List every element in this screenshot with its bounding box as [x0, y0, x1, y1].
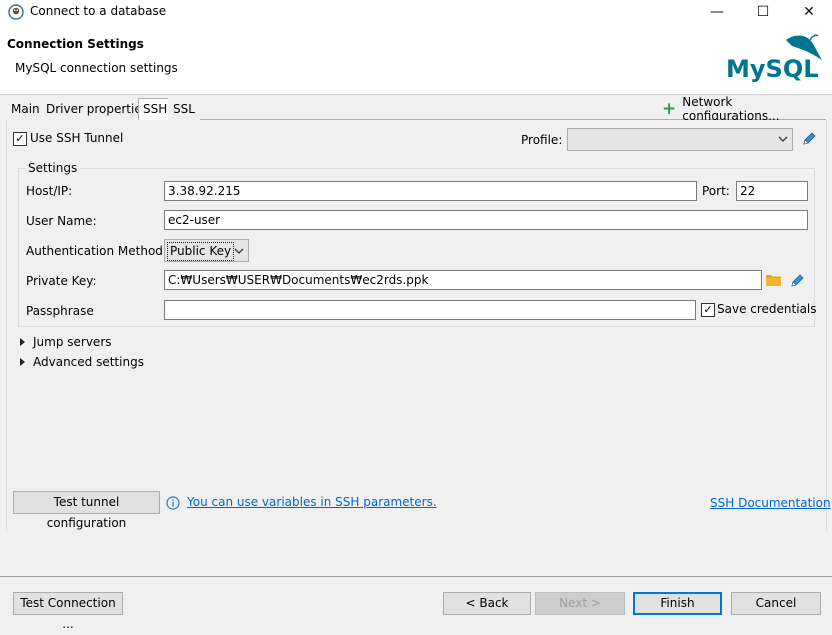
tab-ssl[interactable]: SSL: [168, 98, 200, 121]
header-banner: [0, 24, 832, 95]
advanced-settings-label: Advanced settings: [33, 355, 144, 369]
port-input[interactable]: 22: [736, 181, 808, 201]
authentication-method-value: Public Key: [167, 242, 235, 261]
private-key-input[interactable]: C:₩Users₩USER₩Documents₩ec2rds.ppk: [164, 270, 762, 290]
mysql-logo-text: MySQL: [726, 55, 819, 83]
plus-icon: +: [662, 99, 677, 119]
authentication-method-select[interactable]: Public Key: [164, 239, 249, 262]
passphrase-label: Passphrase: [26, 304, 94, 318]
save-credentials-label: Save credentials: [717, 302, 817, 316]
tab-label: Main: [11, 102, 40, 116]
edit-private-key-pencil-icon[interactable]: [789, 273, 805, 289]
network-configurations-button[interactable]: + Network configurations...: [662, 95, 832, 123]
mysql-logo: MySQL: [726, 55, 819, 83]
use-ssh-tunnel-checkbox[interactable]: ✓: [13, 132, 27, 146]
expand-arrow-icon: [20, 358, 25, 366]
chevron-down-icon: [234, 248, 244, 254]
minimize-button[interactable]: —: [694, 0, 740, 24]
settings-group-label: Settings: [26, 161, 80, 175]
browse-folder-icon[interactable]: [766, 273, 781, 286]
tab-label: SSH: [143, 102, 168, 116]
profile-label: Profile:: [521, 133, 563, 147]
edit-profile-pencil-icon[interactable]: [801, 131, 817, 147]
close-button[interactable]: ✕: [786, 0, 832, 24]
chevron-down-icon: [778, 136, 788, 142]
use-ssh-tunnel-label: Use SSH Tunnel: [30, 131, 124, 145]
test-tunnel-configuration-button[interactable]: Test tunnel configuration: [13, 491, 160, 530]
dbeaver-app-icon: [8, 4, 24, 20]
expand-arrow-icon: [20, 338, 25, 346]
maximize-button[interactable]: ☐: [740, 0, 786, 24]
user-name-input[interactable]: ec2-user: [164, 210, 808, 230]
network-configurations-label: Network configurations...: [682, 95, 780, 123]
maximize-icon: ☐: [756, 4, 770, 20]
jump-servers-label: Jump servers: [33, 335, 112, 349]
tab-label: Driver properties: [46, 102, 148, 116]
host-input[interactable]: 3.38.92.215: [164, 181, 697, 201]
page-heading: Connection Settings: [7, 37, 144, 51]
close-icon: ✕: [803, 4, 815, 20]
tab-label: SSL: [173, 102, 195, 116]
tab-driver-properties[interactable]: Driver properties: [41, 98, 153, 121]
info-icon: [166, 496, 180, 510]
page-subtitle: MySQL connection settings: [15, 61, 178, 75]
finish-button[interactable]: Finish: [633, 592, 722, 615]
cancel-button[interactable]: Cancel: [731, 592, 821, 615]
save-credentials-checkbox[interactable]: ✓: [701, 303, 715, 317]
next-button[interactable]: Next >: [535, 592, 625, 615]
ssh-variables-link[interactable]: You can use variables in SSH parameters.: [187, 495, 437, 509]
minimize-icon: —: [710, 4, 724, 20]
back-button[interactable]: < Back: [443, 592, 531, 615]
port-label: Port:: [702, 184, 730, 198]
passphrase-input[interactable]: [164, 300, 696, 320]
test-connection-button[interactable]: Test Connection ...: [13, 592, 123, 631]
profile-select[interactable]: [567, 128, 793, 151]
authentication-method-label: Authentication Method:: [26, 244, 167, 258]
check-icon: ✓: [703, 303, 713, 316]
private-key-label: Private Key:: [26, 274, 97, 288]
check-icon: ✓: [15, 132, 25, 145]
ssh-documentation-link[interactable]: SSH Documentation: [710, 496, 831, 510]
tab-main[interactable]: Main: [6, 98, 45, 121]
jump-servers-expander[interactable]: Jump servers: [20, 335, 112, 349]
user-name-label: User Name:: [26, 214, 97, 228]
host-label: Host/IP:: [26, 184, 73, 198]
footer-separator: [0, 576, 832, 577]
window-title: Connect to a database: [30, 4, 167, 18]
advanced-settings-expander[interactable]: Advanced settings: [20, 355, 144, 369]
